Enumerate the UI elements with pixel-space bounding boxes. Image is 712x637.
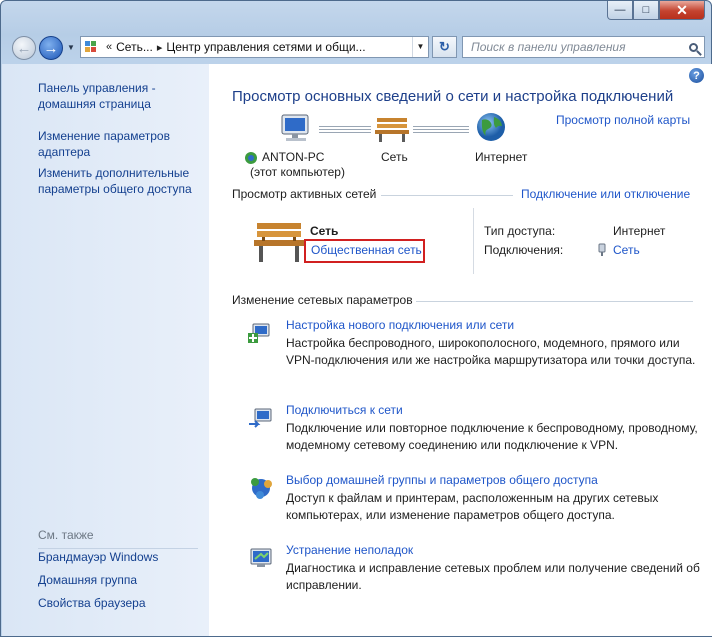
new-connection-description: Настройка беспроводного, широкополосного… [286, 336, 696, 367]
access-type-value: Интернет [613, 224, 666, 238]
recent-pages-dropdown[interactable]: ▼ [67, 43, 75, 52]
control-panel-window: — □ ✕ ← → ▼ « Сеть... ▸ Центр управления… [0, 0, 712, 637]
connections-label: Подключения: [484, 243, 564, 257]
search-input[interactable]: Поиск в панели управления [462, 36, 705, 58]
refresh-icon: ↻ [439, 39, 450, 54]
homegroup-icon [251, 478, 272, 499]
main-content: ? Просмотр основных сведений о сети и на… [209, 64, 712, 636]
active-networks-divider [381, 195, 513, 196]
sidebar-link-sharing-settings[interactable]: Изменить дополнительные параметры общего… [38, 165, 206, 197]
address-segment-center[interactable]: Центр управления сетями и общи... [166, 40, 365, 54]
network-folder-icon [84, 40, 102, 54]
caption-buttons: — □ ✕ [607, 1, 705, 20]
back-button[interactable]: ← [12, 36, 36, 60]
refresh-button[interactable]: ↻ [432, 36, 457, 58]
active-networks-heading: Просмотр активных сетей [232, 187, 377, 201]
connect-disconnect-link[interactable]: Подключение или отключение [521, 187, 690, 201]
see-also-heading: См. также [38, 528, 94, 542]
map-network-label: Сеть [381, 150, 408, 164]
access-type-label: Тип доступа: [484, 224, 556, 238]
search-icon[interactable] [682, 37, 704, 57]
troubleshoot-link[interactable]: Устранение неполадок [286, 543, 413, 557]
close-button[interactable]: ✕ [659, 1, 705, 20]
change-settings-divider [416, 301, 693, 302]
maximize-button[interactable]: □ [633, 1, 659, 20]
connect-network-icon [249, 408, 272, 428]
address-bar[interactable]: « Сеть... ▸ Центр управления сетями и об… [80, 36, 429, 58]
troubleshoot-icon [250, 548, 272, 567]
address-chevrons[interactable]: « [106, 41, 112, 53]
address-segment-network[interactable]: Сеть... [116, 40, 153, 54]
bench-network-icon [254, 223, 304, 262]
new-connection-link[interactable]: Настройка нового подключения или сети [286, 318, 514, 332]
map-internet-label: Интернет [475, 150, 528, 164]
map-computer-sub: (этот компьютер) [250, 165, 345, 179]
full-map-link[interactable]: Просмотр полной карты [556, 113, 690, 127]
address-separator[interactable]: ▸ [157, 41, 163, 54]
page-title: Просмотр основных сведений о сети и наст… [232, 88, 674, 105]
computer-network-icon [245, 152, 257, 164]
sidebar-link-homegroup[interactable]: Домашняя группа [38, 572, 206, 588]
active-networks-vertical-divider [473, 208, 474, 274]
internet-globe-icon[interactable] [475, 111, 507, 143]
sidebar-link-adapter-settings[interactable]: Изменение параметров адаптера [38, 128, 206, 160]
sidebar: Панель управления - домашняя страница Из… [2, 64, 209, 636]
change-settings-heading: Изменение сетевых параметров [232, 293, 413, 307]
connect-network-description: Подключение или повторное подключение к … [286, 421, 698, 452]
computer-icon[interactable] [278, 113, 316, 145]
minimize-button[interactable]: — [607, 1, 633, 20]
address-dropdown-icon[interactable]: ▼ [412, 37, 428, 57]
map-connector-2 [413, 126, 469, 133]
connection-network-link[interactable]: Сеть [613, 243, 640, 257]
forward-arrow-icon: → [43, 39, 59, 57]
map-connector-1 [319, 126, 371, 133]
wired-connection-icon [598, 243, 606, 256]
back-arrow-icon: ← [16, 39, 32, 57]
sidebar-link-home[interactable]: Панель управления - домашняя страница [38, 80, 206, 112]
map-computer-name: ANTON-PC [262, 150, 325, 164]
homegroup-link[interactable]: Выбор домашней группы и параметров общег… [286, 473, 598, 487]
sidebar-link-browser-properties[interactable]: Свойства браузера [38, 595, 206, 611]
troubleshoot-description: Диагностика и исправление сетевых пробле… [286, 561, 700, 592]
new-connection-icon [248, 323, 270, 343]
network-type-label[interactable]: Общественная сеть [311, 243, 422, 257]
network-type-link[interactable]: Общественная сеть [304, 239, 425, 263]
homegroup-description: Доступ к файлам и принтерам, расположенн… [286, 491, 659, 522]
sidebar-link-firewall[interactable]: Брандмауэр Windows [38, 549, 206, 565]
connect-network-link[interactable]: Подключиться к сети [286, 403, 403, 417]
bench-network-icon-small[interactable] [375, 115, 409, 143]
forward-button[interactable]: → [39, 36, 63, 60]
search-placeholder: Поиск в панели управления [471, 40, 626, 54]
active-network-name: Сеть [310, 224, 339, 238]
help-icon[interactable]: ? [689, 68, 704, 83]
